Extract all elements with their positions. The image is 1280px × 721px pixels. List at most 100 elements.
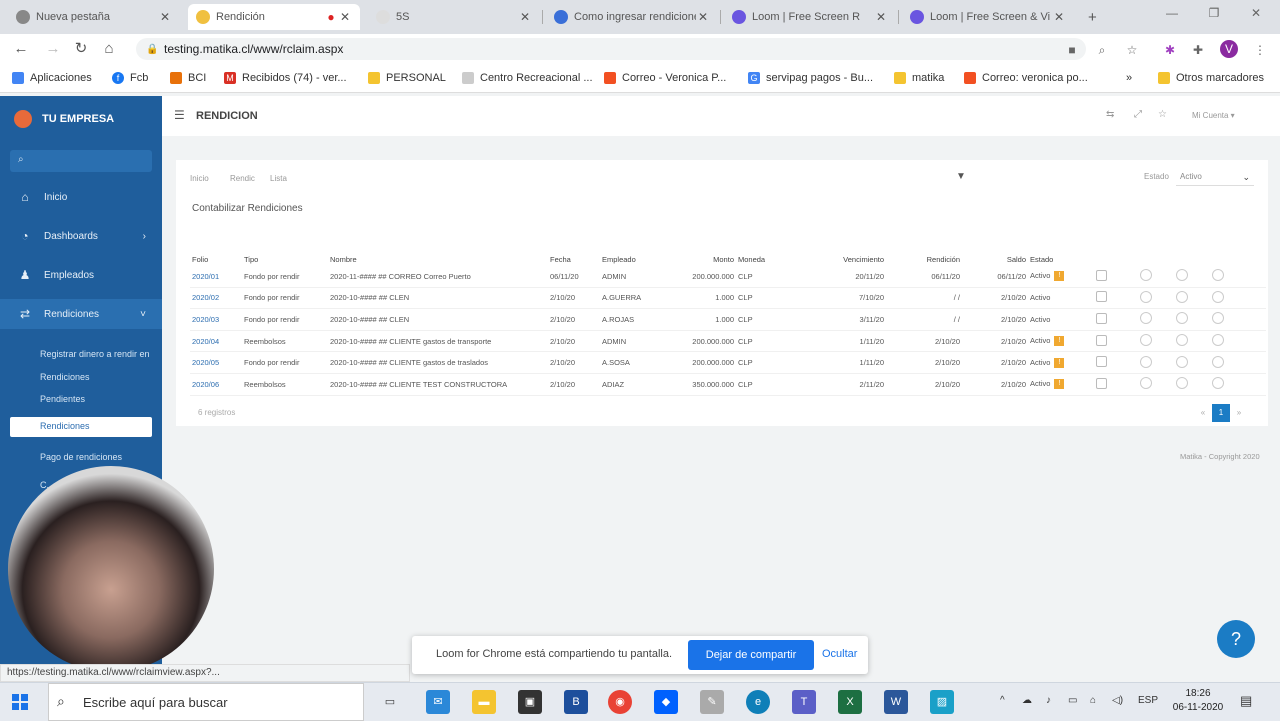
cell-folio[interactable]: 2020/03 [190, 308, 242, 331]
delete-icon[interactable] [1212, 334, 1224, 347]
edit-icon[interactable] [1176, 312, 1188, 325]
subitem-rendiciones[interactable]: Rendiciones [40, 372, 90, 382]
bookmark-otros[interactable]: Otros marcadores [1158, 70, 1264, 86]
network-icon[interactable]: ⌂ [1090, 695, 1096, 706]
chrome-icon[interactable]: ◉ [608, 690, 632, 714]
language-indicator[interactable]: ESP [1138, 695, 1158, 706]
battery-icon[interactable]: ▭ [1068, 695, 1077, 706]
minimize-icon[interactable]: — [1152, 6, 1192, 20]
bookmark-correo-1[interactable]: Correo - Veronica P... [604, 70, 726, 86]
more-icon[interactable]: ⋮ [1252, 42, 1268, 58]
tray-chevron-icon[interactable]: ^ [1000, 695, 1005, 706]
cell-folio[interactable]: 2020/01 [190, 266, 242, 288]
forward-icon[interactable]: → [44, 40, 62, 58]
page-next[interactable]: » [1230, 404, 1248, 422]
extensions-icon[interactable]: ✚ [1190, 42, 1206, 58]
close-icon[interactable]: ✕ [338, 10, 352, 24]
maximize-icon[interactable]: ❐ [1194, 6, 1234, 20]
edit-icon[interactable] [1176, 334, 1188, 347]
close-icon[interactable]: ✕ [518, 10, 532, 24]
col-saldo[interactable]: Saldo [962, 252, 1028, 266]
col-vencimiento[interactable]: Vencimiento [810, 252, 886, 266]
sidebar-item-inicio[interactable]: ⌂ Inicio [0, 182, 162, 212]
col-monto[interactable]: Monto [676, 252, 736, 266]
row-checkbox[interactable] [1096, 291, 1107, 303]
reload-icon[interactable]: ↻ [72, 40, 90, 58]
close-icon[interactable]: ✕ [874, 10, 888, 24]
tab-5s[interactable]: 5S ✕ [368, 4, 540, 30]
breadcrumb-rendic[interactable]: Rendic [230, 174, 255, 183]
edge-icon[interactable]: e [746, 690, 770, 714]
view-icon[interactable] [1140, 355, 1152, 368]
subitem-registrar[interactable]: Registrar dinero a rendir en [40, 349, 150, 359]
bookmark-matika[interactable]: matika [894, 70, 944, 86]
col-empleado[interactable]: Empleado [600, 252, 676, 266]
microphone-icon[interactable]: ♪ [1046, 695, 1051, 706]
favorite-icon[interactable]: ☆ [1158, 109, 1167, 120]
zoom-icon[interactable]: ⌕ [1094, 42, 1110, 58]
col-fecha[interactable]: Fecha [548, 252, 600, 266]
mail-app-icon[interactable]: ✉ [426, 690, 450, 714]
delete-icon[interactable] [1212, 377, 1224, 390]
table-row[interactable]: 2020/04 Reembolsos 2020-10-#### ## CLIENTE… [190, 330, 1266, 353]
cell-folio[interactable]: 2020/05 [190, 351, 242, 374]
col-folio[interactable]: Folio [190, 252, 242, 266]
back-icon[interactable]: ← [12, 40, 30, 58]
bookmark-apps[interactable]: Aplicaciones [12, 70, 92, 86]
delete-icon[interactable] [1212, 269, 1224, 282]
teams-icon[interactable]: T [792, 690, 816, 714]
store-icon[interactable]: ▣ [518, 690, 542, 714]
b-app-icon[interactable]: B [564, 690, 588, 714]
taskbar-clock[interactable]: 18:26 06-11-2020 [1168, 687, 1228, 715]
tool-app-icon[interactable]: ✎ [700, 690, 724, 714]
bookmark-servipag[interactable]: Gservipag pagos - Bu... [748, 70, 873, 86]
loom-extension-icon[interactable]: ✱ [1162, 42, 1178, 58]
tab-new-tab[interactable]: Nueva pestaña ✕ [8, 4, 180, 30]
sidebar-search-input[interactable]: ⌕ [10, 150, 152, 172]
task-view-icon[interactable]: ▭ [378, 690, 402, 714]
webcam-overlay[interactable] [8, 466, 214, 672]
col-rendicion[interactable]: Rendición [886, 252, 962, 266]
delete-icon[interactable] [1212, 290, 1224, 303]
close-icon[interactable]: ✕ [1052, 10, 1066, 24]
subitem-pago[interactable]: Pago de rendiciones [40, 452, 122, 462]
new-tab-button[interactable]: + [1080, 4, 1104, 30]
onedrive-icon[interactable]: ☁ [1022, 695, 1032, 706]
col-tipo[interactable]: Tipo [242, 252, 328, 266]
delete-icon[interactable] [1212, 355, 1224, 368]
close-icon[interactable]: ✕ [158, 10, 172, 24]
camera-icon[interactable]: ■ [1064, 42, 1080, 58]
table-row[interactable]: 2020/05 Fondo por rendir 2020-10-#### ## C… [190, 351, 1266, 374]
edit-icon[interactable] [1176, 269, 1188, 282]
delete-icon[interactable] [1212, 312, 1224, 325]
language-icon[interactable]: ⇆ [1106, 109, 1114, 120]
col-nombre[interactable]: Nombre [328, 252, 548, 266]
sidebar-item-rendiciones[interactable]: ⇄ Rendiciones ˅ [0, 299, 162, 329]
view-icon[interactable] [1140, 377, 1152, 390]
page-prev[interactable]: « [1194, 404, 1212, 422]
breadcrumb-inicio[interactable]: Inicio [190, 174, 209, 183]
cell-folio[interactable]: 2020/06 [190, 373, 242, 396]
fullscreen-icon[interactable]: ⤢ [1134, 109, 1142, 120]
bookmark-centro[interactable]: Centro Recreacional ... [462, 70, 593, 86]
row-checkbox[interactable] [1096, 312, 1107, 324]
cell-folio[interactable]: 2020/02 [190, 287, 242, 310]
notifications-icon[interactable]: ▤ [1240, 693, 1252, 709]
address-bar[interactable]: 🔒 testing.matika.cl/www/rclaim.aspx [136, 38, 1086, 60]
user-menu[interactable]: Mi Cuenta ▾ [1192, 111, 1235, 120]
row-checkbox[interactable] [1096, 269, 1107, 281]
file-explorer-icon[interactable]: ▬ [472, 690, 496, 714]
close-icon[interactable]: ✕ [696, 10, 710, 24]
windows-start-icon[interactable] [12, 694, 28, 710]
view-icon[interactable] [1140, 290, 1152, 303]
bookmark-bci[interactable]: BCI [170, 70, 206, 86]
sidebar-item-empleados[interactable]: ♟ Empleados [0, 260, 162, 290]
col-estado[interactable]: Estado [1028, 252, 1094, 266]
view-icon[interactable] [1140, 269, 1152, 282]
status-filter-select[interactable]: Activo ⌄ [1176, 168, 1254, 186]
row-checkbox[interactable] [1096, 334, 1107, 346]
volume-icon[interactable]: ◁) [1112, 695, 1123, 706]
table-row[interactable]: 2020/06 Reembolsos 2020-10-#### ## CLIENTE… [190, 373, 1266, 396]
tab-rendicion[interactable]: Rendición ● ✕ [188, 4, 360, 30]
word-icon[interactable]: W [884, 690, 908, 714]
